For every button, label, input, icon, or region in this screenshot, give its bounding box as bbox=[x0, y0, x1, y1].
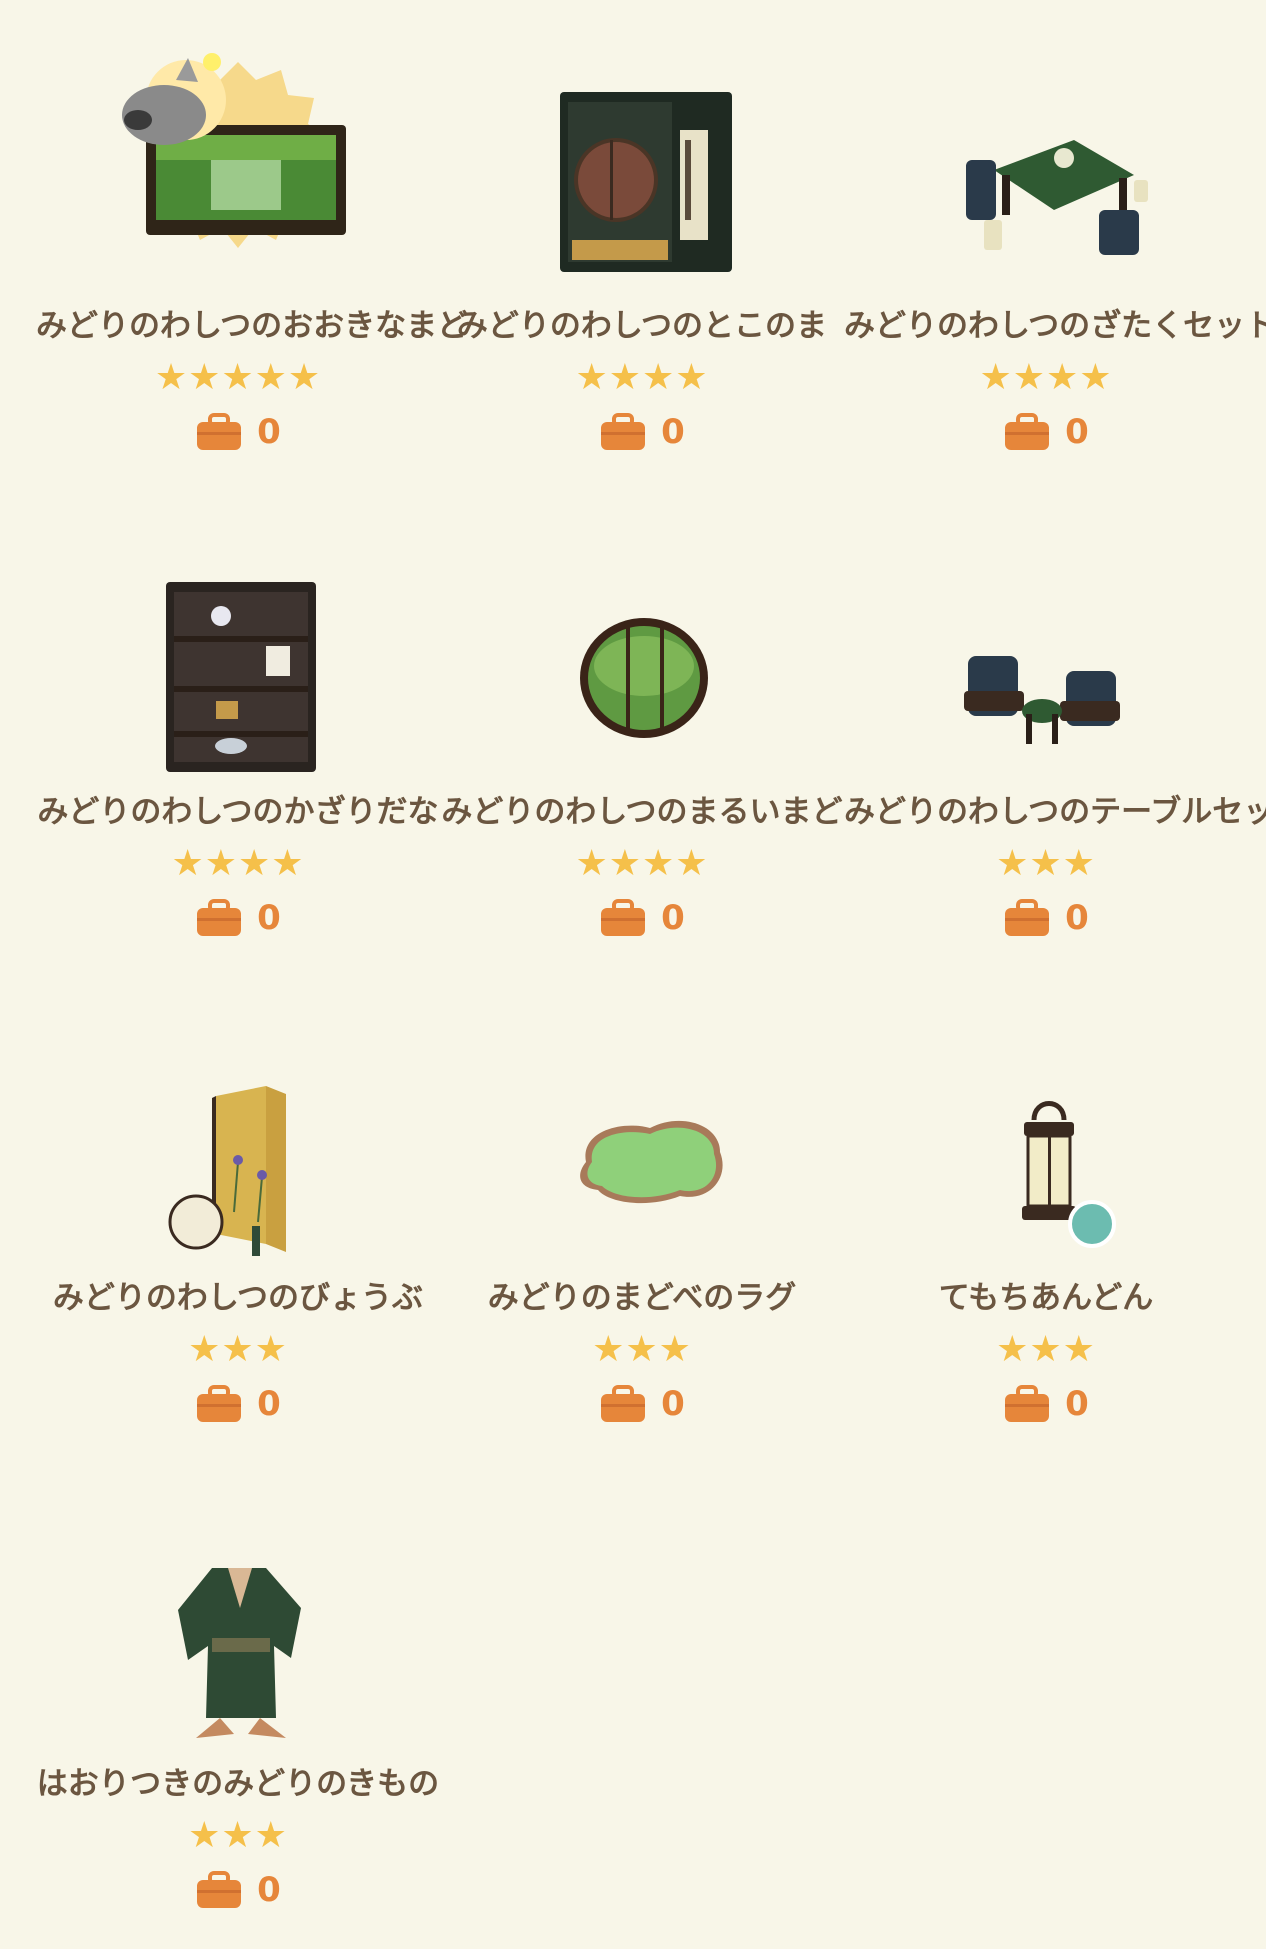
owned-count-row: 0 bbox=[844, 412, 1248, 452]
rating-stars: ★★★ bbox=[592, 1329, 692, 1370]
bag-icon bbox=[601, 899, 646, 936]
rating-stars: ★★★★★ bbox=[154, 357, 322, 398]
owned-count: 0 bbox=[257, 898, 281, 938]
item-card[interactable]: みどりのわしつのまるいまど ★★★★ 0 bbox=[440, 486, 844, 956]
rating-stars: ★★★★ bbox=[575, 843, 709, 884]
item-card[interactable]: みどりのまどべのラグ ★★★ 0 bbox=[440, 972, 844, 1442]
bag-icon bbox=[1005, 899, 1050, 936]
large-window-icon bbox=[122, 53, 346, 248]
bag-icon bbox=[197, 899, 242, 936]
item-card[interactable]: みどりのわしつのびょうぶ ★★★ 0 bbox=[36, 972, 440, 1442]
item-name: みどりのわしつのとこのま bbox=[456, 308, 828, 344]
owned-count-row: 0 bbox=[36, 412, 440, 452]
bag-icon bbox=[197, 413, 242, 450]
rating-stars: ★★★ bbox=[996, 1329, 1096, 1370]
owned-count-row: 0 bbox=[36, 1384, 440, 1424]
kimono-icon bbox=[178, 1568, 301, 1738]
owned-count: 0 bbox=[661, 898, 685, 938]
rating-stars: ★★★ bbox=[996, 843, 1096, 884]
item-name: みどりのわしつのびょうぶ bbox=[52, 1280, 424, 1316]
bag-icon bbox=[1005, 1385, 1050, 1422]
rating-stars: ★★★★ bbox=[171, 843, 305, 884]
item-card[interactable]: みどりのわしつのかざりだな ★★★★ 0 bbox=[36, 486, 440, 956]
item-name: みどりのわしつのざたくセット bbox=[844, 308, 1266, 344]
rating-stars: ★★★★ bbox=[979, 357, 1113, 398]
owned-count-row: 0 bbox=[36, 1870, 440, 1910]
item-name: みどりのわしつのかざりだな bbox=[37, 794, 439, 830]
owned-count-row: 0 bbox=[844, 898, 1248, 938]
low-table-set-icon bbox=[966, 140, 1148, 255]
item-name: みどりのわしつのテーブルセット bbox=[844, 794, 1266, 830]
round-window-icon bbox=[580, 618, 708, 738]
hand-lantern-icon bbox=[1022, 1101, 1116, 1248]
bag-icon bbox=[601, 1385, 646, 1422]
item-name: みどりのまどべのラグ bbox=[487, 1280, 797, 1316]
item-name: てもちあんどん bbox=[938, 1280, 1154, 1316]
owned-count-row: 0 bbox=[440, 1384, 844, 1424]
item-card[interactable]: みどりのわしつのおおきなまど ★★★★★ 0 bbox=[36, 0, 469, 470]
owned-count: 0 bbox=[1065, 898, 1089, 938]
owned-count: 0 bbox=[1065, 412, 1089, 452]
rating-stars: ★★★ bbox=[188, 1329, 288, 1370]
item-card[interactable]: みどりのわしつのテーブルセット ★★★ 0 bbox=[844, 486, 1266, 956]
rating-stars: ★★★★ bbox=[575, 357, 709, 398]
folding-screen-icon bbox=[168, 1086, 286, 1256]
item-name: みどりのわしつのおおきなまど bbox=[36, 308, 469, 344]
item-card[interactable]: はおりつきのみどりのきもの ★★★ 0 bbox=[36, 1458, 440, 1928]
bag-icon bbox=[197, 1871, 242, 1908]
item-card[interactable]: てもちあんどん ★★★ 0 bbox=[844, 972, 1248, 1442]
rug-icon bbox=[580, 1120, 723, 1204]
alcove-icon bbox=[560, 92, 732, 272]
owned-count-row: 0 bbox=[844, 1384, 1248, 1424]
item-name: はおりつきのみどりのきもの bbox=[36, 1766, 440, 1802]
owned-count: 0 bbox=[257, 1870, 281, 1910]
item-name: みどりのわしつのまるいまど bbox=[441, 794, 843, 830]
item-card[interactable]: みどりのわしつのざたくセット ★★★★ 0 bbox=[844, 0, 1266, 470]
bag-icon bbox=[197, 1385, 242, 1422]
owned-count: 0 bbox=[1065, 1384, 1089, 1424]
owned-count: 0 bbox=[257, 412, 281, 452]
owned-count: 0 bbox=[257, 1384, 281, 1424]
owned-count-row: 0 bbox=[440, 898, 844, 938]
table-set-icon bbox=[964, 656, 1120, 744]
item-card[interactable]: みどりのわしつのとこのま ★★★★ 0 bbox=[440, 0, 844, 470]
owned-count: 0 bbox=[661, 412, 685, 452]
display-shelf-icon bbox=[166, 582, 316, 772]
bag-icon bbox=[601, 413, 646, 450]
bag-icon bbox=[1005, 413, 1050, 450]
rating-stars: ★★★ bbox=[188, 1815, 288, 1856]
owned-count: 0 bbox=[661, 1384, 685, 1424]
owned-count-row: 0 bbox=[36, 898, 440, 938]
owned-count-row: 0 bbox=[440, 412, 844, 452]
